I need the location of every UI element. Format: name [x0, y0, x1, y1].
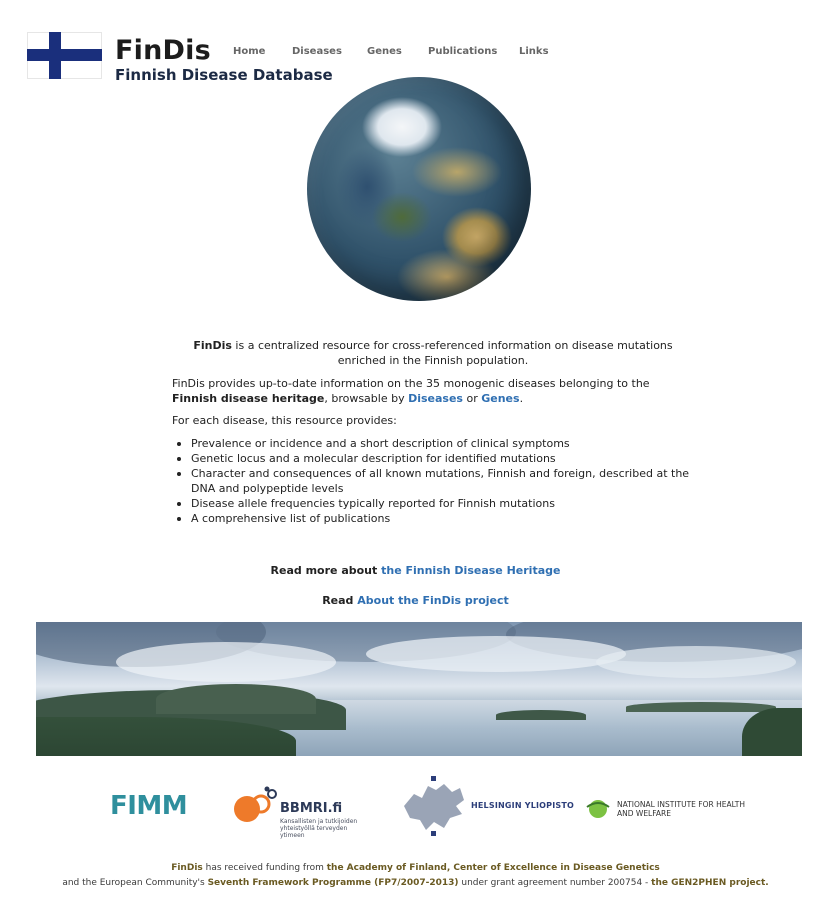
- list-item: Genetic locus and a molecular descriptio…: [172, 451, 692, 466]
- funding-text-c: under grant agreement number 200754 -: [458, 878, 652, 888]
- nav-publications-link[interactable]: Publications: [428, 46, 497, 57]
- intro-p2-text-c: or: [462, 392, 482, 405]
- flag-cross-vertical: [49, 32, 61, 79]
- features-list: Prevalence or incidence and a short desc…: [172, 436, 692, 526]
- funding-text-b: and the European Community's: [62, 878, 208, 888]
- island-shape: [496, 710, 586, 720]
- feature-text: Character and consequences of all known …: [191, 467, 690, 495]
- list-item: Character and consequences of all known …: [172, 466, 692, 496]
- list-item: Prevalence or incidence and a short desc…: [172, 436, 692, 451]
- read-more-label: Read more about: [270, 564, 382, 577]
- feature-text: A comprehensive list of publications: [191, 512, 391, 525]
- finnish-disease-heritage-link[interactable]: the Finnish Disease Heritage: [381, 564, 560, 577]
- intro-disease-heritage-strong: Finnish disease heritage: [172, 392, 325, 405]
- bullet-icon: [177, 517, 181, 521]
- fimm-logo[interactable]: FIMM: [110, 791, 188, 821]
- cloud-shape: [366, 636, 626, 672]
- bbmri-logo-icon: [234, 786, 277, 822]
- helsinki-university-logo-text[interactable]: HELSINGIN YLIOPISTO: [471, 801, 574, 810]
- feature-text: Genetic locus and a molecular descriptio…: [191, 452, 556, 465]
- funding-fp7: Seventh Framework Programme (FP7/2007-20…: [207, 878, 459, 888]
- list-item: Disease allele frequencies typically rep…: [172, 496, 692, 511]
- nav-home-link[interactable]: Home: [233, 46, 265, 57]
- intro-paragraph-1: FinDis is a centralized resource for cro…: [172, 338, 694, 368]
- nav-genes-link[interactable]: Genes: [367, 46, 402, 57]
- cloud-shape: [116, 642, 336, 682]
- feature-text: Disease allele frequencies typically rep…: [191, 497, 555, 510]
- read-about-project: Read About the FinDis project: [0, 593, 831, 608]
- bbmri-logo-subtext: Kansallisten ja tutkijoiden yhteistyöllä…: [280, 818, 358, 839]
- intro-p1-text: is a centralized resource for cross-refe…: [231, 339, 673, 367]
- genes-link[interactable]: Genes: [481, 392, 519, 405]
- feature-text: Prevalence or incidence and a short desc…: [191, 437, 570, 450]
- thl-logo-icon: [586, 800, 610, 818]
- cloud-shape: [596, 646, 796, 678]
- read-label: Read: [322, 594, 358, 607]
- intro-paragraph-2: FinDis provides up-to-date information o…: [172, 376, 697, 406]
- nav-diseases-link[interactable]: Diseases: [292, 46, 342, 57]
- funding-academy: the Academy of Finland, Center of Excell…: [326, 863, 660, 873]
- about-findis-project-link[interactable]: About the FinDis project: [357, 594, 509, 607]
- bullet-icon: [177, 502, 181, 506]
- page: FinDis Finnish Disease Database Home Dis…: [0, 0, 831, 903]
- bullet-icon: [177, 442, 181, 446]
- hill-shape: [156, 684, 316, 714]
- island-shape: [626, 702, 776, 712]
- read-more-heritage: Read more about the Finnish Disease Heri…: [0, 563, 831, 578]
- funding-findis: FinDis: [171, 863, 203, 873]
- bbmri-logo-text[interactable]: BBMRI.fi: [280, 801, 342, 816]
- intro-p2-text-b: , browsable by: [324, 392, 409, 405]
- intro-paragraph-3: For each disease, this resource provides…: [172, 414, 397, 427]
- intro-p2-text-d: .: [519, 392, 524, 405]
- bullet-icon: [177, 472, 181, 476]
- funding-line-2: and the European Community's Seventh Fra…: [0, 875, 831, 891]
- flag-cross-horizontal: [27, 49, 102, 61]
- intro-findis-strong: FinDis: [193, 339, 232, 352]
- funding-line-1: FinDis has received funding from the Aca…: [0, 860, 831, 876]
- intro-p2-text-a: FinDis provides up-to-date information o…: [172, 377, 650, 390]
- finnish-flag-icon[interactable]: [27, 32, 102, 79]
- thl-logo-text[interactable]: NATIONAL INSTITUTE FOR HEALTH AND WELFAR…: [617, 800, 747, 818]
- bullet-icon: [177, 457, 181, 461]
- earth-globe-image: [307, 77, 531, 301]
- funding-gen2phen: the GEN2PHEN project.: [651, 878, 769, 888]
- helsinki-university-logo-icon: [404, 776, 464, 836]
- finnish-lake-landscape-image: [36, 622, 802, 756]
- funding-text-a: has received funding from: [202, 863, 327, 873]
- site-subtitle: Finnish Disease Database: [115, 66, 333, 84]
- diseases-link[interactable]: Diseases: [408, 392, 463, 405]
- nav-links-link[interactable]: Links: [519, 46, 549, 57]
- list-item: A comprehensive list of publications: [172, 511, 692, 526]
